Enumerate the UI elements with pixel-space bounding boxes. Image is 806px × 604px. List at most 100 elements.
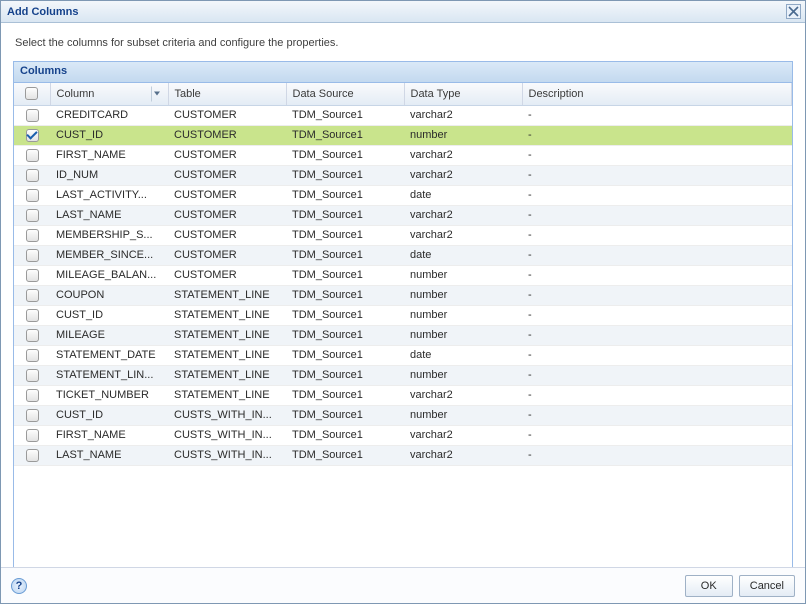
header-table[interactable]: Table: [168, 83, 286, 105]
table-row[interactable]: LAST_NAMECUSTOMERTDM_Source1varchar2-: [14, 205, 792, 225]
checkbox-icon: [26, 369, 39, 382]
table-row[interactable]: MEMBER_SINCE...CUSTOMERTDM_Source1date-: [14, 245, 792, 265]
cell-column: LAST_NAME: [50, 205, 168, 225]
cell-table: CUSTOMER: [168, 225, 286, 245]
cell-column: MILEAGE: [50, 325, 168, 345]
cell-desc: -: [522, 265, 792, 285]
cell-desc: -: [522, 245, 792, 265]
table-row[interactable]: ID_NUMCUSTOMERTDM_Source1varchar2-: [14, 165, 792, 185]
close-icon: [788, 6, 799, 17]
cell-desc: -: [522, 405, 792, 425]
checkbox-icon: [26, 189, 39, 202]
header-column[interactable]: Column: [50, 83, 168, 105]
cell-column: COUPON: [50, 285, 168, 305]
cell-source: TDM_Source1: [286, 185, 404, 205]
cell-type: date: [404, 345, 522, 365]
row-checkbox-cell[interactable]: [14, 345, 50, 365]
checkbox-icon: [26, 449, 39, 462]
help-icon: ?: [16, 580, 23, 592]
columns-grid-scroll[interactable]: Column Table Data Source Data Type Descr…: [14, 83, 792, 567]
row-checkbox-cell[interactable]: [14, 285, 50, 305]
cell-column: FIRST_NAME: [50, 145, 168, 165]
cell-source: TDM_Source1: [286, 285, 404, 305]
row-checkbox-cell[interactable]: [14, 165, 50, 185]
cell-type: varchar2: [404, 385, 522, 405]
row-checkbox-cell[interactable]: [14, 125, 50, 145]
table-row[interactable]: TICKET_NUMBERSTATEMENT_LINETDM_Source1va…: [14, 385, 792, 405]
table-row[interactable]: CUST_IDCUSTS_WITH_IN...TDM_Source1number…: [14, 405, 792, 425]
row-checkbox-cell[interactable]: [14, 405, 50, 425]
cell-type: number: [404, 285, 522, 305]
cell-source: TDM_Source1: [286, 245, 404, 265]
cell-desc: -: [522, 385, 792, 405]
cell-desc: -: [522, 305, 792, 325]
table-row[interactable]: CUST_IDCUSTOMERTDM_Source1number-: [14, 125, 792, 145]
cell-desc: -: [522, 445, 792, 465]
cell-table: CUSTOMER: [168, 205, 286, 225]
header-data-source-label: Data Source: [293, 88, 354, 100]
row-checkbox-cell[interactable]: [14, 145, 50, 165]
table-row[interactable]: FIRST_NAMECUSTS_WITH_IN...TDM_Source1var…: [14, 425, 792, 445]
row-checkbox-cell[interactable]: [14, 205, 50, 225]
row-checkbox-cell[interactable]: [14, 245, 50, 265]
dialog-description: Select the columns for subset criteria a…: [15, 37, 793, 49]
table-row[interactable]: CREDITCARDCUSTOMERTDM_Source1varchar2-: [14, 105, 792, 125]
row-checkbox-cell[interactable]: [14, 265, 50, 285]
cell-desc: -: [522, 425, 792, 445]
cell-type: date: [404, 245, 522, 265]
table-row[interactable]: FIRST_NAMECUSTOMERTDM_Source1varchar2-: [14, 145, 792, 165]
cell-table: CUSTOMER: [168, 185, 286, 205]
header-column-label: Column: [57, 88, 95, 100]
table-row[interactable]: LAST_NAMECUSTS_WITH_IN...TDM_Source1varc…: [14, 445, 792, 465]
cell-column: FIRST_NAME: [50, 425, 168, 445]
cell-column: MILEAGE_BALAN...: [50, 265, 168, 285]
header-table-label: Table: [175, 88, 201, 100]
checkbox-icon: [26, 269, 39, 282]
row-checkbox-cell[interactable]: [14, 385, 50, 405]
cell-desc: -: [522, 145, 792, 165]
ok-button[interactable]: OK: [685, 575, 733, 597]
cell-type: varchar2: [404, 165, 522, 185]
table-row[interactable]: COUPONSTATEMENT_LINETDM_Source1number-: [14, 285, 792, 305]
add-columns-dialog: Add Columns Select the columns for subse…: [0, 0, 806, 604]
cell-source: TDM_Source1: [286, 165, 404, 185]
header-data-type[interactable]: Data Type: [404, 83, 522, 105]
table-row[interactable]: STATEMENT_DATESTATEMENT_LINETDM_Source1d…: [14, 345, 792, 365]
row-checkbox-cell[interactable]: [14, 425, 50, 445]
table-row[interactable]: CUST_IDSTATEMENT_LINETDM_Source1number-: [14, 305, 792, 325]
close-button[interactable]: [786, 4, 801, 19]
row-checkbox-cell[interactable]: [14, 325, 50, 345]
cell-desc: -: [522, 345, 792, 365]
cell-desc: -: [522, 105, 792, 125]
header-select-all[interactable]: [14, 83, 50, 105]
row-checkbox-cell[interactable]: [14, 225, 50, 245]
cell-type: number: [404, 325, 522, 345]
cancel-button[interactable]: Cancel: [739, 575, 795, 597]
row-checkbox-cell[interactable]: [14, 365, 50, 385]
table-row[interactable]: LAST_ACTIVITY...CUSTOMERTDM_Source1date-: [14, 185, 792, 205]
cell-type: number: [404, 365, 522, 385]
cell-type: varchar2: [404, 225, 522, 245]
table-row[interactable]: STATEMENT_LIN...STATEMENT_LINETDM_Source…: [14, 365, 792, 385]
cell-type: varchar2: [404, 425, 522, 445]
row-checkbox-cell[interactable]: [14, 445, 50, 465]
sort-dropdown-icon[interactable]: [151, 86, 162, 101]
cell-desc: -: [522, 285, 792, 305]
row-checkbox-cell[interactable]: [14, 185, 50, 205]
table-row[interactable]: MILEAGESTATEMENT_LINETDM_Source1number-: [14, 325, 792, 345]
row-checkbox-cell[interactable]: [14, 105, 50, 125]
header-description[interactable]: Description: [522, 83, 792, 105]
checkbox-icon: [26, 229, 39, 242]
table-row[interactable]: MEMBERSHIP_S...CUSTOMERTDM_Source1varcha…: [14, 225, 792, 245]
cell-column: STATEMENT_LIN...: [50, 365, 168, 385]
cell-source: TDM_Source1: [286, 145, 404, 165]
help-button[interactable]: ?: [11, 578, 27, 594]
dialog-content: Select the columns for subset criteria a…: [1, 23, 805, 568]
footer-buttons: OK Cancel: [685, 575, 795, 597]
table-row[interactable]: MILEAGE_BALAN...CUSTOMERTDM_Source1numbe…: [14, 265, 792, 285]
cell-source: TDM_Source1: [286, 225, 404, 245]
row-checkbox-cell[interactable]: [14, 305, 50, 325]
checkbox-icon: [26, 309, 39, 322]
cell-source: TDM_Source1: [286, 125, 404, 145]
header-data-source[interactable]: Data Source: [286, 83, 404, 105]
